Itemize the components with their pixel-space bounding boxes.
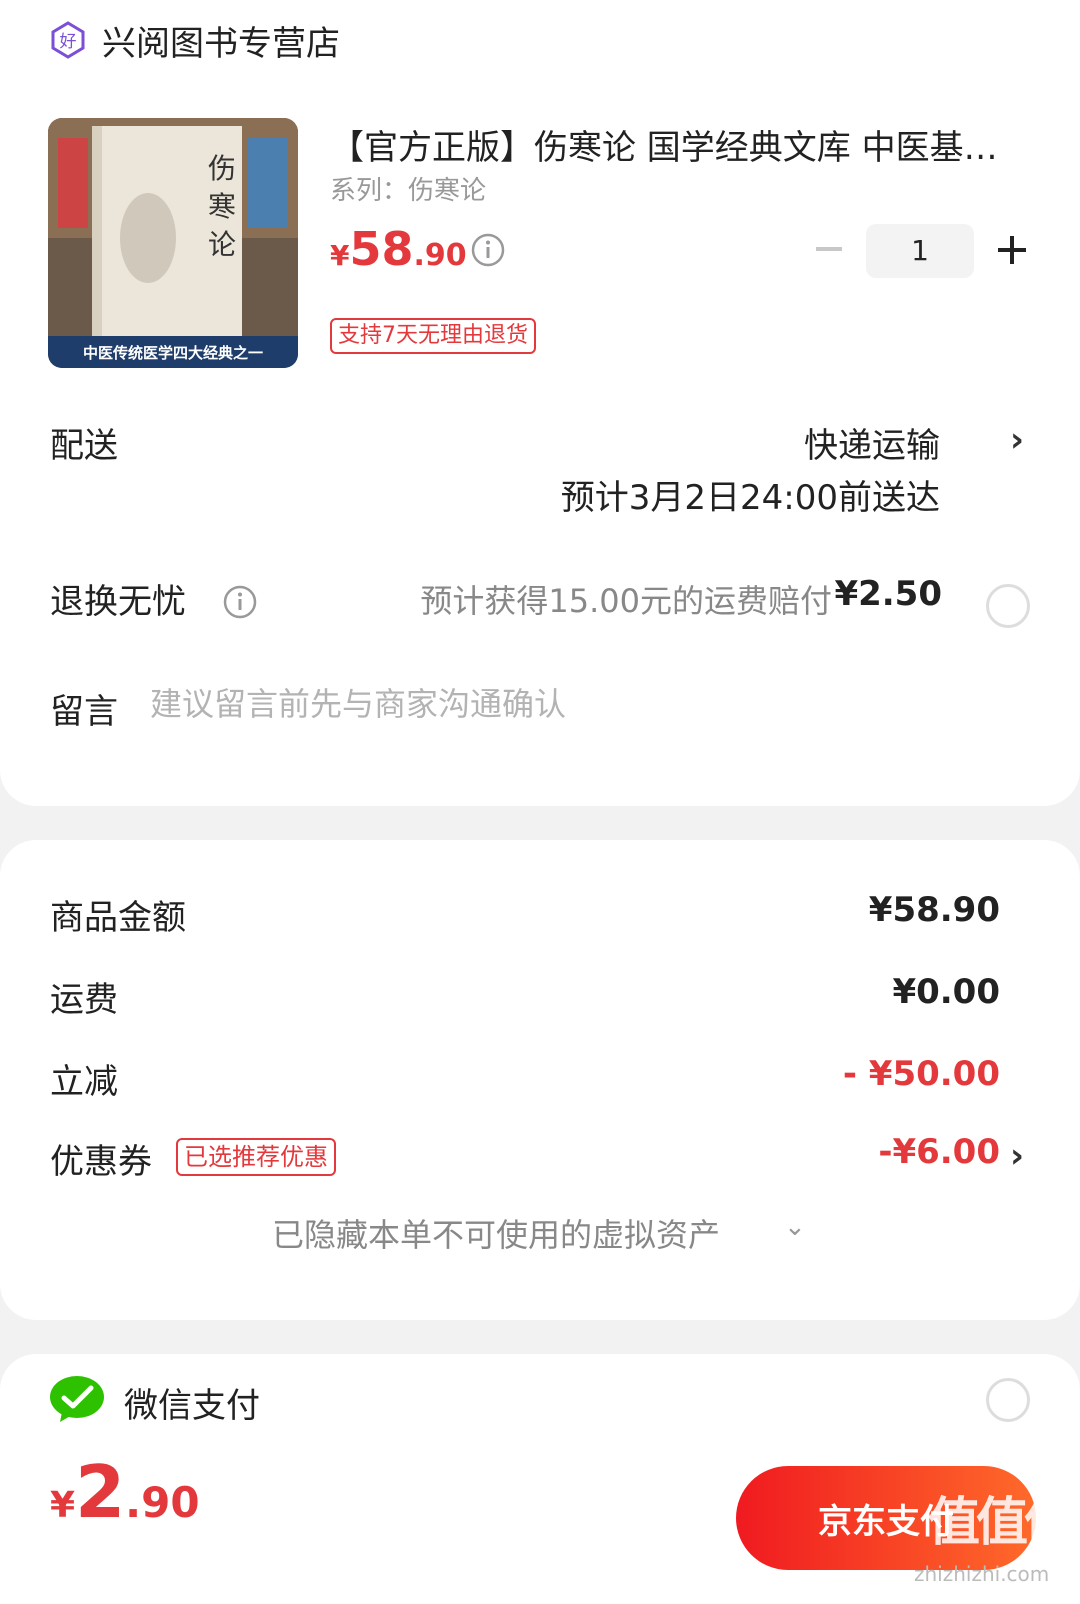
return-worry-free-radio[interactable] bbox=[986, 584, 1030, 628]
total-decimal: .90 bbox=[125, 1478, 200, 1527]
coupon-selected-tag: 已选推荐优惠 bbox=[176, 1138, 336, 1176]
quantity-value[interactable]: 1 bbox=[866, 224, 974, 278]
wechat-pay-icon bbox=[50, 1376, 104, 1422]
chevron-down-icon[interactable]: ⌄ bbox=[784, 1212, 806, 1242]
info-icon[interactable] bbox=[222, 584, 258, 620]
discount-value: - ¥50.00 bbox=[842, 1054, 1000, 1094]
total-integer: 2 bbox=[75, 1450, 126, 1534]
quantity-plus-button[interactable] bbox=[996, 234, 1028, 266]
cover-title-char: 寒 bbox=[208, 190, 236, 223]
product-title[interactable]: 【官方正版】伤寒论 国学经典文库 中医基… bbox=[330, 120, 998, 169]
message-input[interactable] bbox=[150, 680, 1010, 728]
coupon-label: 优惠券 bbox=[50, 1142, 152, 1182]
message-label: 留言 bbox=[50, 692, 118, 732]
svg-text:好: 好 bbox=[60, 32, 77, 52]
wechat-pay-radio[interactable] bbox=[986, 1378, 1030, 1422]
wechat-pay-label[interactable]: 微信支付 bbox=[124, 1378, 260, 1427]
shop-badge-icon: 好 bbox=[51, 21, 85, 59]
discount-label: 立减 bbox=[50, 1062, 118, 1102]
chevron-right-icon[interactable]: › bbox=[1010, 1136, 1024, 1176]
watermark-logo: 值值值 bbox=[928, 1493, 1076, 1553]
cover-title-char: 论 bbox=[208, 228, 236, 261]
price-decimal: .90 bbox=[413, 238, 467, 273]
quantity-minus-button[interactable] bbox=[814, 234, 844, 264]
book-cover-image[interactable]: 伤 寒 论 中医传统医学四大经典之一 bbox=[48, 118, 298, 368]
return-worry-free-label: 退换无忧 bbox=[50, 582, 186, 622]
price-currency: ¥ bbox=[330, 239, 350, 272]
product-series[interactable]: 系列：伤寒论 bbox=[330, 170, 486, 207]
watermark-site: zhizhizhi.com bbox=[914, 1562, 1050, 1586]
price-info-icon[interactable] bbox=[470, 232, 506, 268]
return-compensation-description: 预计获得15.00元的运费赔付 bbox=[420, 582, 832, 620]
delivery-eta: 预计3月2日24:00前送达 bbox=[560, 478, 940, 518]
return-policy-tag: 支持7天无理由退货 bbox=[330, 318, 536, 354]
hidden-assets-toggle[interactable]: 已隐藏本单不可使用的虚拟资产 bbox=[272, 1210, 720, 1256]
product-price: ¥58.90 bbox=[330, 222, 467, 276]
delivery-method[interactable]: 快递运输 bbox=[804, 418, 940, 467]
goods-amount-label: 商品金额 bbox=[50, 898, 186, 938]
total-price: ¥2.90 bbox=[50, 1450, 200, 1534]
shipping-value: ¥0.00 bbox=[892, 972, 1000, 1012]
shop-name[interactable]: 兴阅图书专营店 bbox=[102, 16, 340, 65]
shipping-label: 运费 bbox=[50, 980, 118, 1020]
total-currency: ¥ bbox=[50, 1485, 76, 1526]
goods-amount-value: ¥58.90 bbox=[868, 890, 1000, 930]
delivery-label: 配送 bbox=[50, 426, 118, 466]
cover-banner-text: 中医传统医学四大经典之一 bbox=[83, 344, 263, 362]
coupon-value[interactable]: -¥6.00 bbox=[878, 1132, 1000, 1172]
chevron-right-icon[interactable]: › bbox=[1010, 420, 1024, 460]
price-integer: 58 bbox=[349, 222, 414, 276]
return-worry-free-price: ¥2.50 bbox=[834, 574, 942, 614]
cover-title-char: 伤 bbox=[208, 152, 236, 185]
